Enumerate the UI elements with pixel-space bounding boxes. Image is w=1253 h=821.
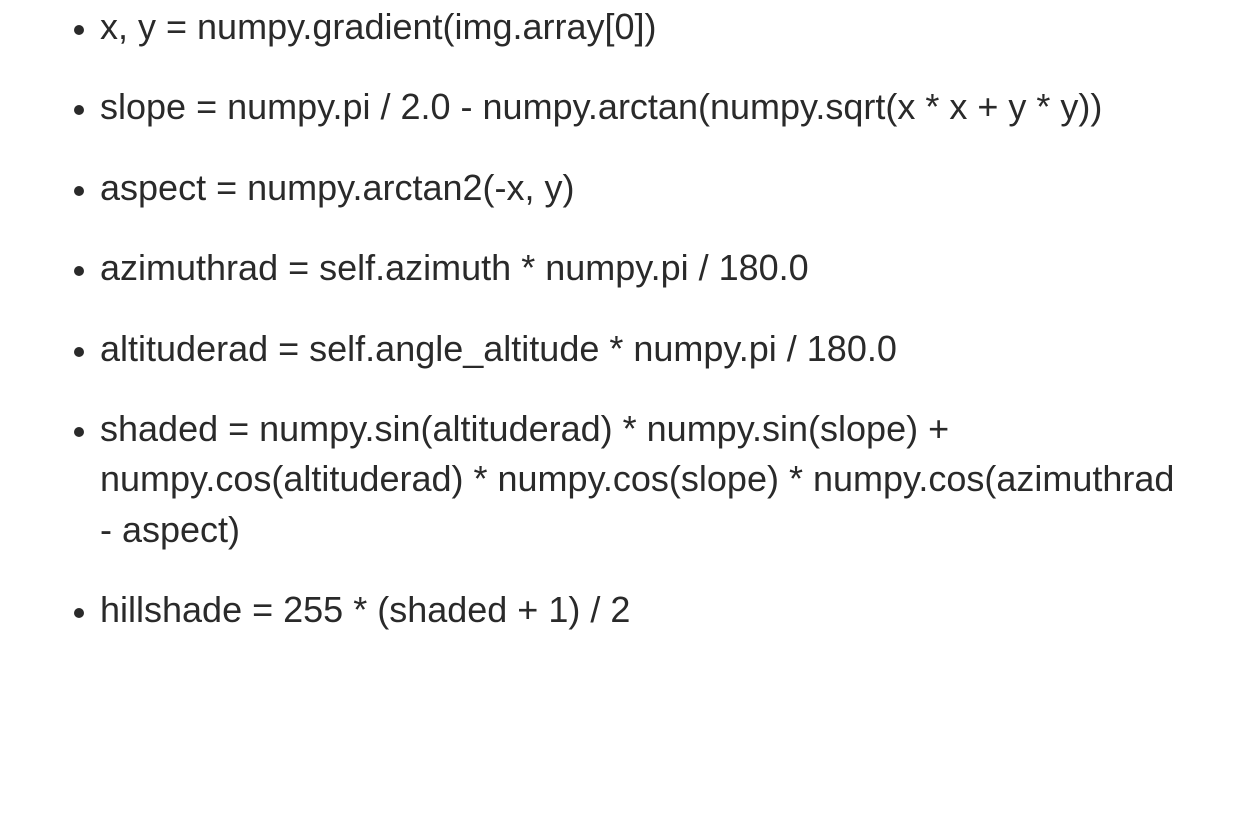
list-item-text: altituderad = self.angle_altitude * nump… [100, 328, 897, 369]
list-item-text: hillshade = 255 * (shaded + 1) / 2 [100, 589, 630, 630]
list-item: azimuthrad = self.azimuth * numpy.pi / 1… [100, 243, 1253, 293]
list-item: aspect = numpy.arctan2(-x, y) [100, 163, 1253, 213]
list-item: hillshade = 255 * (shaded + 1) / 2 [100, 585, 1253, 635]
list-item: slope = numpy.pi / 2.0 - numpy.arctan(nu… [100, 82, 1253, 132]
list-item: shaded = numpy.sin(altituderad) * numpy.… [100, 404, 1253, 555]
list-item-text: azimuthrad = self.azimuth * numpy.pi / 1… [100, 247, 809, 288]
list-item-text: slope = numpy.pi / 2.0 - numpy.arctan(nu… [100, 86, 1102, 127]
code-bullet-list: x, y = numpy.gradient(img.array[0]) slop… [0, 0, 1253, 636]
list-item-text: aspect = numpy.arctan2(-x, y) [100, 167, 575, 208]
list-item-text: shaded = numpy.sin(altituderad) * numpy.… [100, 408, 1174, 550]
list-item-text: x, y = numpy.gradient(img.array[0]) [100, 6, 657, 47]
list-item: x, y = numpy.gradient(img.array[0]) [100, 2, 1253, 52]
list-item: altituderad = self.angle_altitude * nump… [100, 324, 1253, 374]
